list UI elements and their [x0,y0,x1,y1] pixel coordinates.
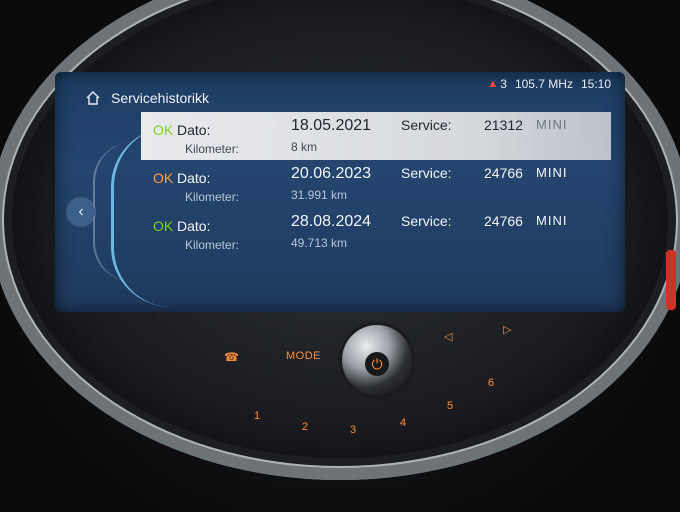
service-code: 24766 [484,213,523,229]
prev-icon[interactable]: ◁ [444,330,452,343]
home-icon[interactable] [85,90,101,106]
date-label: Dato: [177,122,211,138]
ok-status: OK [153,122,174,138]
service-list: OK Dato: 18.05.2021 Kilometer: 8 km Serv… [141,112,611,256]
km-label: Kilometer: [185,190,240,204]
service-code: 21312 [484,117,523,133]
service-date: 18.05.2021 [291,117,372,134]
km-value: 31.991 km [291,188,348,202]
service-label: Service: [401,213,452,229]
brand-label: MINI [536,213,568,228]
page-header: Servicehistorikk [85,90,209,106]
chevron-left-icon: ‹ [78,203,84,220]
back-button[interactable]: ‹ [67,198,95,226]
red-accent-light [666,250,676,310]
preset-button-3[interactable]: 3 [350,424,356,436]
km-label: Kilometer: [185,238,240,252]
service-label: Service: [401,117,452,133]
service-entry[interactable]: OK Dato: 18.05.2021 Kilometer: 8 km Serv… [141,112,611,160]
service-entry[interactable]: OK Dato: 20.06.2023 Kilometer: 31.991 km… [141,160,611,208]
preset-button-1[interactable]: 1 [254,410,260,422]
ok-status: OK [153,218,174,234]
next-icon[interactable]: ▷ [503,323,511,336]
service-date: 20.06.2023 [291,165,372,182]
clock: 15:10 [580,77,611,91]
preset-button-4[interactable]: 4 [400,417,406,429]
brand-label: MINI [536,117,568,132]
brand-label: MINI [536,165,568,180]
infotainment-screen: ▲ 3 105.7 MHz 15:10 Servicehistorikk ‹ O… [55,72,625,312]
alert-count: 3 [500,77,507,91]
radio-frequency: 105.7 MHz [514,77,573,91]
service-code: 24766 [484,165,523,181]
service-entry[interactable]: OK Dato: 28.08.2024 Kilometer: 49.713 km… [141,208,611,256]
service-date: 28.08.2024 [291,213,372,230]
km-value: 8 km [291,140,318,154]
preset-button-6[interactable]: 6 [488,377,494,389]
warning-icon: ▲ [487,78,499,90]
status-right: ▲ 3 105.7 MHz 15:10 [487,77,611,91]
date-label: Dato: [177,170,211,186]
km-label: Kilometer: [185,142,240,156]
preset-button-5[interactable]: 5 [447,400,453,412]
ok-status: OK [153,170,174,186]
mode-button[interactable]: MODE [286,350,321,362]
preset-button-2[interactable]: 2 [302,421,308,433]
phone-icon[interactable]: ☎︎ [224,350,239,364]
km-value: 49.713 km [291,236,348,250]
service-label: Service: [401,165,452,181]
date-label: Dato: [177,218,211,234]
page-title: Servicehistorikk [111,90,210,106]
power-icon[interactable]: ⏻ [365,352,389,376]
